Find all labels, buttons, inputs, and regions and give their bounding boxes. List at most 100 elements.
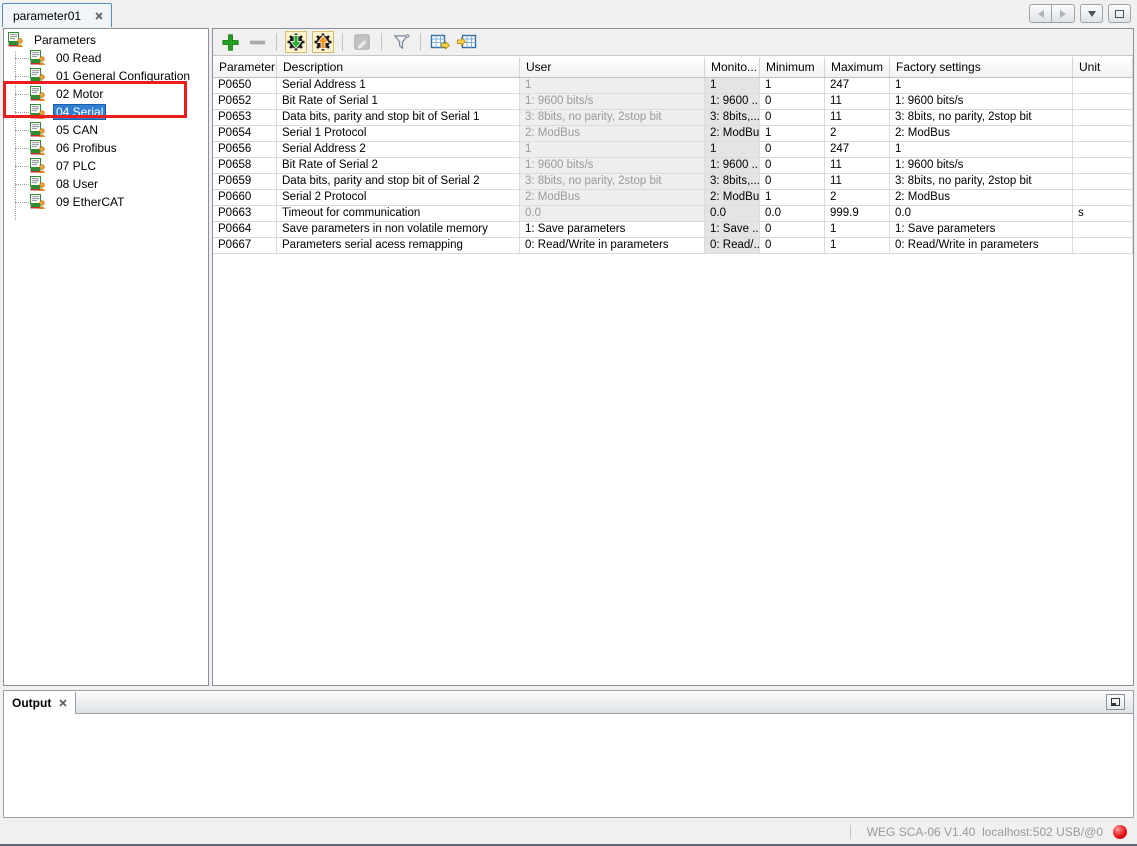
cell-user[interactable]: 0: Read/Write in parameters <box>520 238 705 253</box>
device-icon <box>30 194 46 210</box>
table-row[interactable]: P0658Bit Rate of Serial 21: 9600 bits/s1… <box>213 158 1133 174</box>
cell-unit: s <box>1073 206 1133 221</box>
column-header-maximum[interactable]: Maximum <box>825 57 890 77</box>
cell-unit <box>1073 78 1133 93</box>
output-panel: Output <box>3 690 1134 818</box>
edit-parameter-button[interactable] <box>351 31 373 53</box>
device-icon <box>30 122 46 138</box>
tab-list-dropdown-button[interactable] <box>1080 4 1103 23</box>
cell-maximum: 2 <box>825 126 890 141</box>
cell-minimum: 0 <box>760 158 825 173</box>
tree-item-01-general-configuration[interactable]: 01 General Configuration <box>4 67 208 85</box>
table-row[interactable]: P0660Serial 2 Protocol2: ModBus2: ModBus… <box>213 190 1133 206</box>
table-row[interactable]: P0667Parameters serial acess remapping0:… <box>213 238 1133 254</box>
tree-item-08-user[interactable]: 08 User <box>4 175 208 193</box>
tree-root-parameters[interactable]: Parameters <box>4 31 208 49</box>
filter-button[interactable] <box>390 31 412 53</box>
minimize-icon <box>1111 698 1120 706</box>
tree-item-09-ethercat[interactable]: 09 EtherCAT <box>4 193 208 211</box>
add-parameter-button[interactable] <box>219 31 241 53</box>
cell-factory: 3: 8bits, no parity, 2stop bit <box>890 110 1073 125</box>
column-header-minimum[interactable]: Minimum <box>760 57 825 77</box>
cell-parameter: P0659 <box>213 174 277 189</box>
cell-monitor: 1 <box>705 78 760 93</box>
tree-item-00-read[interactable]: 00 Read <box>4 49 208 67</box>
column-header-description[interactable]: Description <box>277 57 520 77</box>
tree-item-label: 07 PLC <box>53 158 99 174</box>
table-row[interactable]: P0652Bit Rate of Serial 11: 9600 bits/s1… <box>213 94 1133 110</box>
table-body: P0650Serial Address 11112471P0652Bit Rat… <box>213 78 1133 254</box>
tree-item-06-profibus[interactable]: 06 Profibus <box>4 139 208 157</box>
tree-item-05-can[interactable]: 05 CAN <box>4 121 208 139</box>
import-table-button[interactable] <box>456 31 478 53</box>
device-icon <box>30 104 46 120</box>
column-header-monitor[interactable]: Monito... <box>705 57 760 77</box>
cell-unit <box>1073 142 1133 157</box>
parameter-tree-panel: Parameters 00 Read 01 General Configurat… <box>3 28 209 686</box>
read-from-device-button[interactable] <box>285 31 307 53</box>
cell-unit <box>1073 238 1133 253</box>
cell-parameter: P0658 <box>213 158 277 173</box>
cell-description: Serial Address 1 <box>277 78 520 93</box>
cell-monitor: 1 <box>705 142 760 157</box>
connection-status-text: WEG SCA-06 V1.40 localhost:502 USB/@0 <box>867 825 1103 839</box>
table-row[interactable]: P0663Timeout for communication0.00.00.09… <box>213 206 1133 222</box>
cell-description: Serial Address 2 <box>277 142 520 157</box>
table-row[interactable]: P0650Serial Address 11112471 <box>213 78 1133 94</box>
table-row[interactable]: P0653Data bits, parity and stop bit of S… <box>213 110 1133 126</box>
arrow-left-icon <box>1038 10 1044 18</box>
cell-user: 1: 9600 bits/s <box>520 94 705 109</box>
table-row[interactable]: P0664Save parameters in non volatile mem… <box>213 222 1133 238</box>
parameter-table-panel: ParameterDescriptionUserMonito...Minimum… <box>212 28 1134 686</box>
maximize-button[interactable] <box>1108 4 1131 23</box>
cell-monitor: 0.0 <box>705 206 760 221</box>
output-panel-header: Output <box>3 690 1134 713</box>
cell-unit <box>1073 158 1133 173</box>
cell-minimum: 1 <box>760 190 825 205</box>
gear-upload-icon <box>313 32 333 52</box>
connection-led-icon <box>1113 825 1127 839</box>
tree-item-label: 06 Profibus <box>53 140 120 156</box>
cell-user[interactable]: 1: Save parameters <box>520 222 705 237</box>
cell-minimum: 0 <box>760 222 825 237</box>
cell-maximum: 1 <box>825 222 890 237</box>
tab-parameter01[interactable]: parameter01 <box>2 3 112 27</box>
remove-parameter-button[interactable] <box>246 31 268 53</box>
tab-close-icon[interactable] <box>95 12 103 20</box>
cell-factory: 0.0 <box>890 206 1073 221</box>
device-icon <box>30 50 46 66</box>
toolbar-separator <box>420 33 421 51</box>
cell-minimum: 0 <box>760 110 825 125</box>
table-header-row: ParameterDescriptionUserMonito...Minimum… <box>213 57 1133 78</box>
toolbar-separator <box>276 33 277 51</box>
cell-factory: 1: Save parameters <box>890 222 1073 237</box>
column-header-parameter[interactable]: Parameter <box>213 57 277 77</box>
cell-minimum: 0 <box>760 238 825 253</box>
chevron-down-icon <box>1088 11 1096 17</box>
arrow-right-icon <box>1060 10 1066 18</box>
cell-unit <box>1073 110 1133 125</box>
output-tab-label: Output <box>12 696 51 710</box>
cell-unit <box>1073 126 1133 141</box>
output-close-icon[interactable] <box>59 699 67 707</box>
tree-item-02-motor[interactable]: 02 Motor <box>4 85 208 103</box>
tab-scroll-right-button[interactable] <box>1052 4 1075 23</box>
tab-nav-buttons <box>1029 4 1131 23</box>
plus-icon <box>221 33 240 52</box>
export-table-button[interactable] <box>429 31 451 53</box>
table-row[interactable]: P0654Serial 1 Protocol2: ModBus2: ModBus… <box>213 126 1133 142</box>
column-header-factory[interactable]: Factory settings <box>890 57 1073 77</box>
cell-user: 2: ModBus <box>520 126 705 141</box>
cell-maximum: 247 <box>825 142 890 157</box>
output-tab[interactable]: Output <box>4 692 76 714</box>
column-header-unit[interactable]: Unit <box>1073 57 1133 77</box>
write-to-device-button[interactable] <box>312 31 334 53</box>
column-header-user[interactable]: User <box>520 57 705 77</box>
output-minimize-button[interactable] <box>1106 694 1125 710</box>
tree-item-04-serial[interactable]: 04 Serial <box>4 103 208 121</box>
table-row[interactable]: P0659Data bits, parity and stop bit of S… <box>213 174 1133 190</box>
table-row[interactable]: P0656Serial Address 21102471 <box>213 142 1133 158</box>
tree-item-07-plc[interactable]: 07 PLC <box>4 157 208 175</box>
tab-scroll-left-button[interactable] <box>1029 4 1052 23</box>
cell-minimum: 1 <box>760 78 825 93</box>
